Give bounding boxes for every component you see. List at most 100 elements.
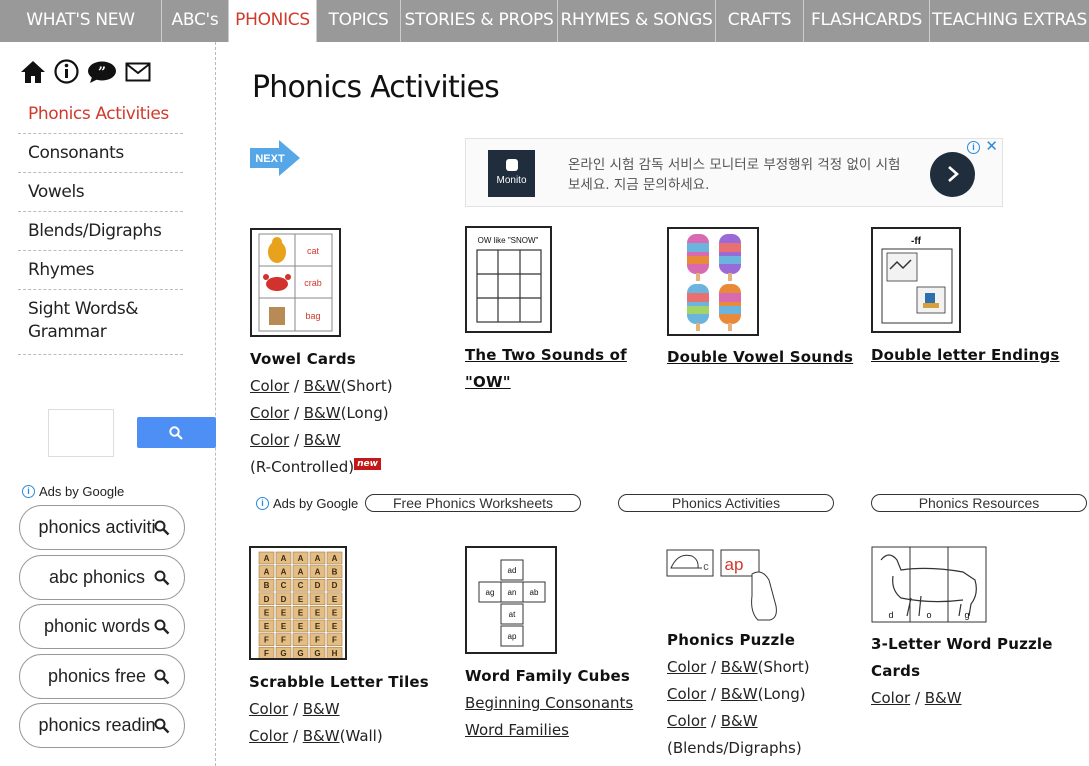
- scrabble-tile-letter: A: [298, 568, 304, 577]
- tab-teaching-extras[interactable]: TEACHING EXTRAS: [930, 0, 1089, 42]
- color-link[interactable]: Color: [667, 712, 706, 730]
- word-family-cubes-thumbnail[interactable]: ad ag an ab at ap: [465, 546, 557, 654]
- ad-pill[interactable]: phonics activiti: [19, 505, 185, 550]
- bw-link[interactable]: B&W: [721, 658, 758, 676]
- next-arrow-button[interactable]: NEXT: [249, 139, 301, 177]
- info-icon[interactable]: i: [256, 497, 269, 510]
- speech-bubble-icon[interactable]: ”: [87, 60, 117, 84]
- scrabble-tile-letter: D: [281, 595, 287, 604]
- tab-topics[interactable]: TOPICS: [317, 0, 401, 42]
- scrabble-tile-letter: A: [315, 554, 321, 563]
- ad-pill[interactable]: abc phonics: [19, 555, 185, 600]
- search-icon: [154, 570, 170, 586]
- three-letter-puzzle-title: 3-Letter Word Puzzle Cards: [871, 635, 1053, 680]
- info-icon[interactable]: i: [22, 485, 35, 498]
- sidebar-item-vowels[interactable]: Vowels: [18, 173, 183, 212]
- scrabble-tile-letter: A: [281, 554, 287, 563]
- sidebar-item-sight-words-grammar[interactable]: Sight Words& Grammar: [18, 290, 183, 355]
- bw-link[interactable]: B&W: [925, 689, 962, 707]
- bw-link[interactable]: B&W: [303, 727, 340, 745]
- tab-crafts[interactable]: CRAFTS: [716, 0, 804, 42]
- phonics-puzzle-thumbnail[interactable]: c ap: [666, 546, 786, 622]
- cube-face-ag: ag: [486, 588, 495, 597]
- bw-link[interactable]: B&W: [304, 431, 341, 449]
- color-link[interactable]: Color: [250, 377, 289, 395]
- sidebar-item-phonics-activities[interactable]: Phonics Activities: [18, 95, 183, 134]
- sidebar-menu: Phonics Activities Consonants Vowels Ble…: [18, 95, 183, 355]
- scrabble-tile-letter: E: [298, 622, 304, 631]
- double-letter-thumbnail[interactable]: -ff: [871, 227, 961, 333]
- sidebar-item-rhymes[interactable]: Rhymes: [18, 251, 183, 290]
- top-nav: WHAT'S NEW ABC's PHONICS TOPICS STORIES …: [0, 0, 1089, 42]
- tab-flashcards[interactable]: FLASHCARDS: [804, 0, 930, 42]
- scrabble-tile-letter: A: [332, 554, 338, 563]
- bw-link[interactable]: B&W: [303, 700, 340, 718]
- tab-abcs[interactable]: ABC's: [162, 0, 229, 42]
- ad-info-icon[interactable]: i: [967, 141, 980, 154]
- color-link[interactable]: Color: [250, 431, 289, 449]
- ow-sounds-title[interactable]: The Two Sounds of "OW": [465, 342, 627, 396]
- vowel-cards-link-row: Color / B&W(Long): [250, 404, 389, 422]
- ow-sounds-thumbnail[interactable]: OW like "SNOW": [465, 226, 552, 333]
- ad-link-free-phonics-worksheets[interactable]: Free Phonics Worksheets: [365, 494, 581, 512]
- ad-pill[interactable]: phonics readin: [19, 703, 185, 748]
- vowel-cards-thumbnail[interactable]: cat crab bag: [250, 228, 341, 337]
- scrabble-tile-letter: D: [315, 581, 321, 590]
- bw-link[interactable]: B&W: [304, 377, 341, 395]
- ads-by-google-label: i Ads by Google: [22, 484, 124, 499]
- scrabble-tile-letter: E: [298, 608, 304, 617]
- scrabble-tile-letter: F: [332, 636, 337, 645]
- scrabble-tile-letter: B: [332, 568, 338, 577]
- scrabble-tile-letter: D: [264, 595, 270, 604]
- search-icon: [154, 619, 170, 635]
- ad-link-phonics-resources[interactable]: Phonics Resources: [871, 494, 1087, 512]
- search-input[interactable]: [48, 409, 114, 457]
- mail-icon[interactable]: [125, 62, 151, 82]
- bw-link[interactable]: B&W: [721, 685, 758, 703]
- color-link[interactable]: Color: [871, 689, 910, 707]
- beginning-consonants-link[interactable]: Beginning Consonants: [465, 694, 633, 712]
- tab-whats-new[interactable]: WHAT'S NEW: [0, 0, 162, 42]
- ad-next-button[interactable]: [930, 152, 975, 197]
- word-families-link[interactable]: Word Families: [465, 721, 569, 739]
- bw-link[interactable]: B&W: [721, 712, 758, 730]
- word-family-link-row: Word Families: [465, 717, 569, 744]
- double-vowel-title[interactable]: Double Vowel Sounds: [667, 344, 853, 371]
- search-button[interactable]: [137, 417, 216, 448]
- bw-link[interactable]: B&W: [304, 404, 341, 422]
- scrabble-tiles-thumbnail[interactable]: AAAAAAAAABBCCDDDDEEEEEEEEEEEEEFFFFFFGGGH: [249, 546, 347, 660]
- cube-face-at: at: [509, 610, 516, 619]
- color-link[interactable]: Color: [250, 404, 289, 422]
- sidebar-item-blends-digraphs[interactable]: Blends/Digraphs: [18, 212, 183, 251]
- double-letter-title[interactable]: Double letter Endings: [871, 342, 1060, 369]
- color-link[interactable]: Color: [249, 727, 288, 745]
- scrabble-tile-letter: C: [298, 581, 304, 590]
- tab-phonics[interactable]: PHONICS: [229, 0, 317, 42]
- close-icon[interactable]: ✕: [985, 137, 998, 155]
- chevron-right-icon: [948, 166, 959, 182]
- tab-rhymes-songs[interactable]: RHYMES & SONGS: [558, 0, 716, 42]
- ad-banner[interactable]: Monito 온라인 시험 감독 서비스 모니터로 부정행위 걱정 없이 시험 …: [465, 138, 1003, 207]
- ad-pill[interactable]: phonic words: [19, 604, 185, 649]
- cube-face-ab: ab: [530, 588, 539, 597]
- color-link[interactable]: Color: [667, 685, 706, 703]
- ad-pill[interactable]: phonics free: [19, 654, 185, 699]
- sidebar-item-consonants[interactable]: Consonants: [18, 134, 183, 173]
- color-link[interactable]: Color: [667, 658, 706, 676]
- phonics-puzzle-link-row: Color / B&W(Long): [667, 685, 806, 703]
- scrabble-tiles-title: Scrabble Letter Tiles: [249, 673, 429, 691]
- ad-link-phonics-activities[interactable]: Phonics Activities: [618, 494, 834, 512]
- scrabble-tile-letter: A: [298, 554, 304, 563]
- word-family-cubes-title: Word Family Cubes: [465, 667, 631, 685]
- double-vowel-thumbnail[interactable]: [667, 227, 759, 336]
- three-letter-puzzle-thumbnail[interactable]: d o g: [871, 546, 989, 624]
- color-link[interactable]: Color: [249, 700, 288, 718]
- scrabble-tile-letter: E: [315, 608, 321, 617]
- info-icon[interactable]: [54, 59, 79, 84]
- vowel-card-word-cat: cat: [307, 246, 320, 256]
- scrabble-tile-letter: E: [315, 595, 321, 604]
- tab-stories-props[interactable]: STORIES & PROPS: [401, 0, 558, 42]
- vowel-card-word-bag: bag: [305, 311, 320, 321]
- home-icon[interactable]: [20, 60, 46, 84]
- scrabble-tile-letter: G: [280, 649, 286, 658]
